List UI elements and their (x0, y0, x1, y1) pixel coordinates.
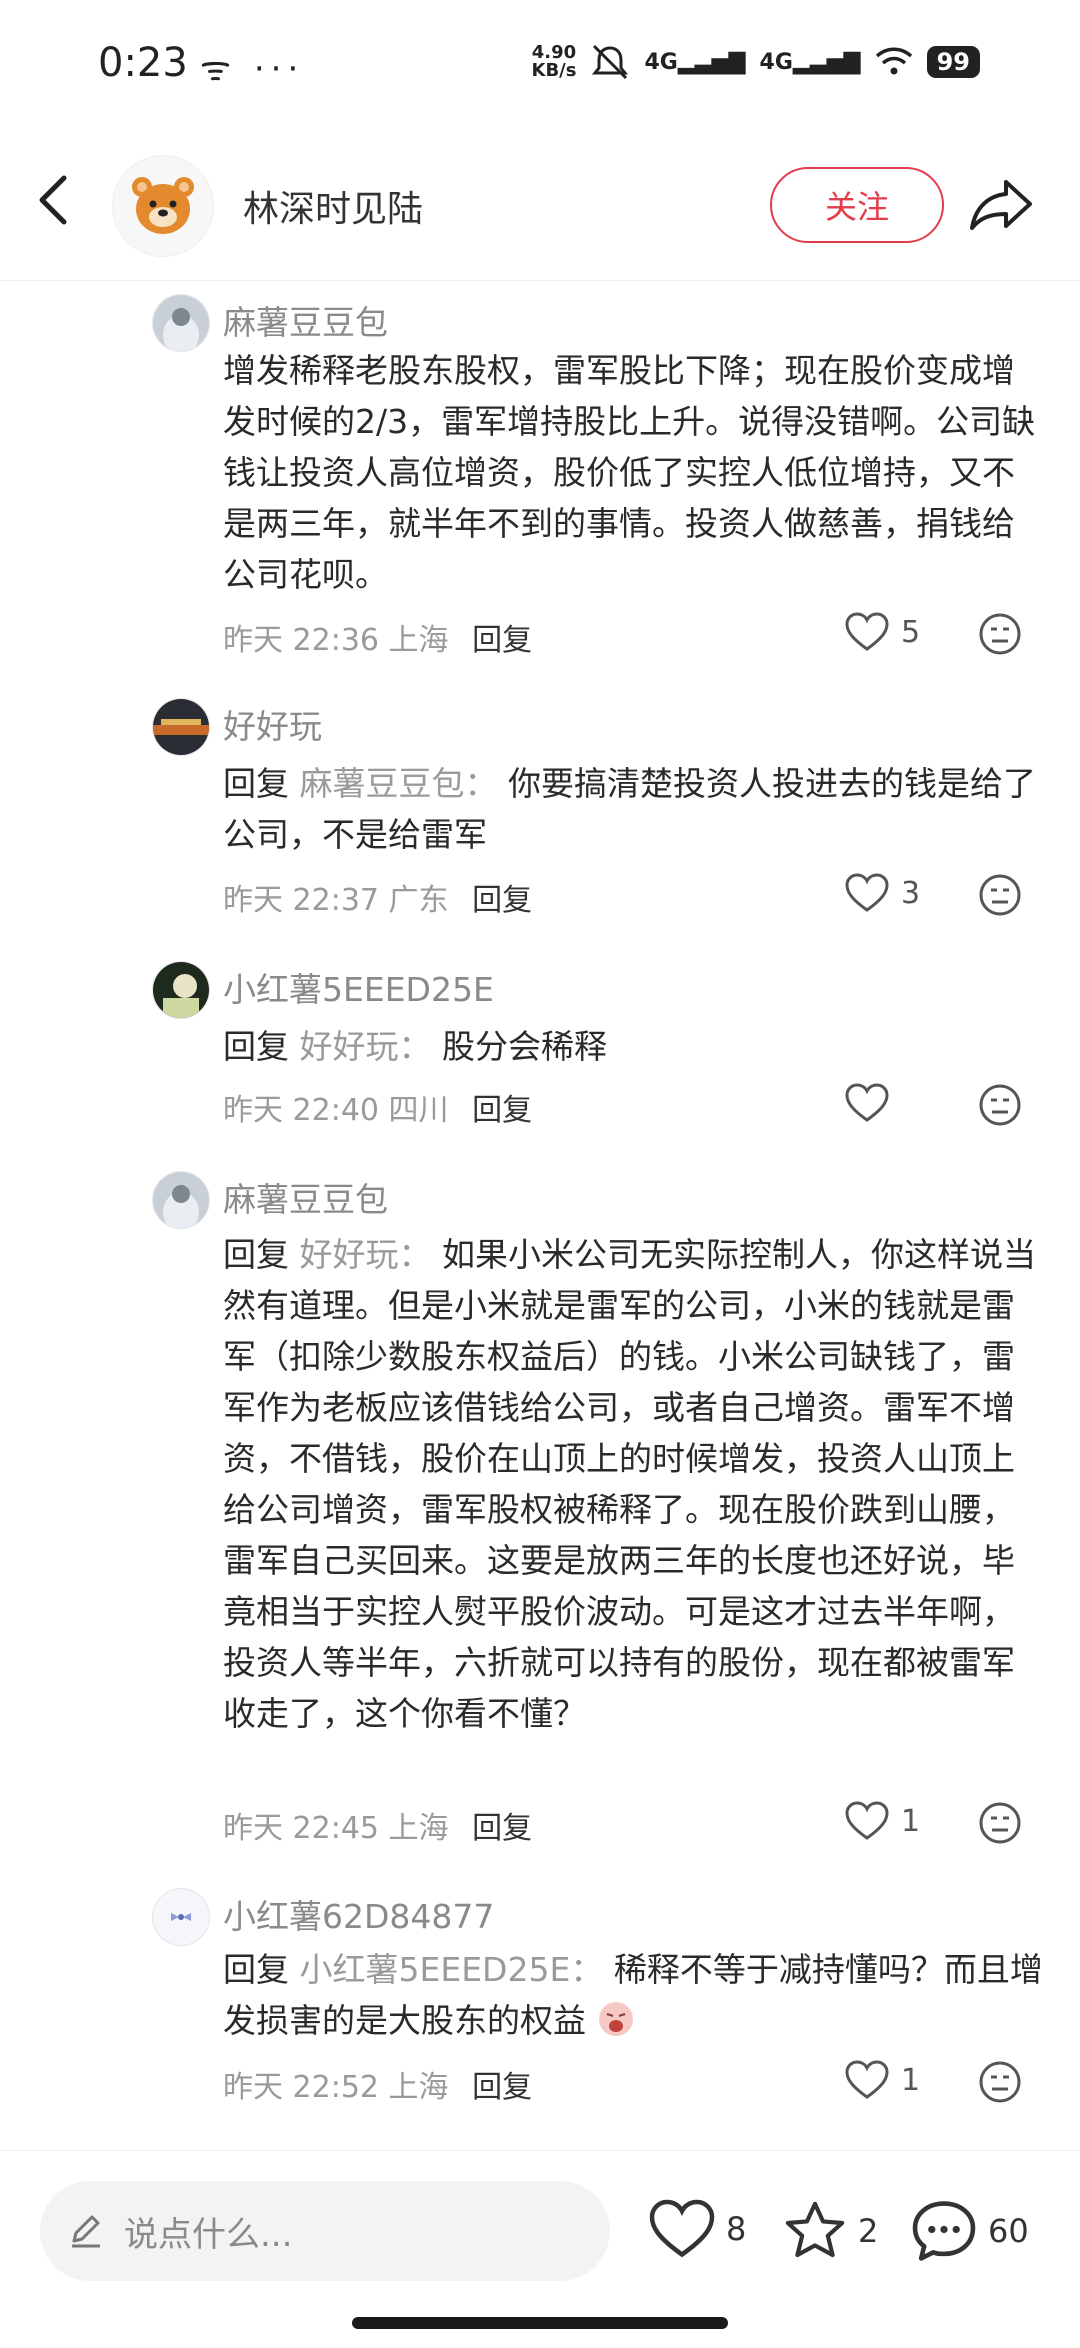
follow-button[interactable]: 关注 (770, 167, 944, 243)
status-right-group: 4.90 KB/s 4G▂▃▅▇ 4G▂▃▅▇ 99 (531, 42, 980, 81)
like-button[interactable]: 1 (845, 1801, 920, 1841)
reply-target[interactable]: 小红薯5EEED25E (300, 1950, 571, 1989)
dislike-face-icon[interactable] (978, 1801, 1022, 1845)
bear-avatar-icon (132, 177, 194, 234)
comment-text: 回复 麻薯豆豆包： 你要搞清楚投资人投进去的钱是给了公司，不是给雷军 (223, 764, 1036, 854)
pen-icon (72, 2215, 100, 2248)
comment-bubble-icon (912, 2201, 976, 2261)
share-icon[interactable] (966, 174, 1036, 234)
comment-text: 回复 好好玩： 如果小米公司无实际控制人，你这样说当然有道理。但是小米就是雷军的… (223, 1235, 1036, 1733)
comment-text: 回复 小红薯5EEED25E： 稀释不等于减持懂吗？而且增发损害的是大股东的权益 (223, 1950, 1043, 2040)
reply-target[interactable]: 好好玩 (300, 1027, 399, 1066)
commenter-avatar[interactable] (152, 294, 210, 352)
heart-icon (845, 2060, 889, 2099)
heart-icon (845, 873, 889, 912)
commenter-name[interactable]: 好好玩 (223, 700, 322, 748)
status-bar: 0:23 ᯤ ··· 4.90 KB/s 4G▂▃▅▇ 4G▂▃▅▇ 99 (0, 0, 1080, 130)
comment-meta: 昨天 22:37 广东 回复 (223, 883, 533, 918)
heart-icon (845, 1083, 889, 1122)
like-button[interactable]: 3 (845, 873, 920, 913)
like-count: 3 (901, 875, 921, 911)
reply-button[interactable]: 回复 (472, 1811, 532, 1846)
reply-target[interactable]: 好好玩 (300, 1235, 399, 1274)
heart-icon (845, 612, 889, 651)
reply-button[interactable]: 回复 (472, 1093, 532, 1128)
star-icon (785, 2201, 845, 2258)
crying-face-emoji-icon (598, 2002, 633, 2036)
comment-text: 增发稀释老股东股权，雷军股比下降；现在股价变成增发时候的2/3，雷军增持股比上升… (223, 351, 1036, 594)
post-comment-button[interactable]: 60 (910, 2199, 1029, 2263)
wifi-and-more-icons: ᯤ ··· (200, 49, 305, 89)
home-indicator[interactable] (352, 2317, 728, 2329)
avatar-photo-icon (153, 1172, 209, 1228)
heart-icon (845, 1801, 889, 1840)
post-like-button[interactable]: 8 (648, 2199, 746, 2259)
dislike-face-icon[interactable] (978, 612, 1022, 656)
network-speed: 4.90 KB/s (531, 42, 577, 81)
wifi-icon (875, 47, 912, 75)
like-button[interactable]: 5 (845, 612, 920, 652)
reply-button[interactable]: 回复 (472, 623, 532, 658)
commenter-avatar[interactable] (152, 698, 210, 756)
signal-4g-2: 4G▂▃▅▇ (759, 49, 861, 75)
reply-button[interactable]: 回复 (472, 883, 532, 918)
signal-4g-1: 4G▂▃▅▇ (644, 49, 746, 75)
dislike-face-icon[interactable] (978, 1083, 1022, 1127)
post-like-count: 8 (726, 2210, 747, 2248)
author-name[interactable]: 林深时见陆 (243, 180, 423, 232)
reply-button[interactable]: 回复 (472, 2070, 532, 2105)
battery-indicator: 99 (926, 46, 980, 78)
commenter-name[interactable]: 麻薯豆豆包 (223, 296, 388, 344)
like-count: 1 (901, 1803, 921, 1839)
avatar-photo-icon (153, 699, 209, 755)
bow-avatar-icon (171, 1913, 191, 1921)
avatar-photo-icon (153, 295, 209, 351)
comment-text: 回复 好好玩： 股分会稀释 (223, 1027, 607, 1066)
heart-icon (649, 2199, 715, 2258)
comment-input[interactable]: 说点什么... (40, 2181, 610, 2281)
post-collect-count: 2 (858, 2212, 879, 2250)
comment-input-placeholder: 说点什么... (124, 2214, 293, 2255)
commenter-avatar[interactable] (152, 961, 210, 1019)
post-header: 林深时见陆 关注 (0, 130, 1080, 281)
comment-meta: 昨天 22:36 上海 回复 (223, 623, 533, 658)
back-arrow-icon[interactable] (30, 170, 80, 230)
like-count: 5 (901, 614, 921, 650)
dislike-face-icon[interactable] (978, 2060, 1022, 2104)
status-time: 0:23 (98, 40, 188, 86)
commenter-avatar[interactable] (152, 1888, 210, 1946)
dislike-face-icon[interactable] (978, 873, 1022, 917)
comment-meta: 昨天 22:45 上海 回复 (223, 1811, 533, 1846)
like-button[interactable] (845, 1083, 901, 1123)
avatar-photo-icon (153, 962, 209, 1018)
author-avatar[interactable] (112, 155, 214, 257)
commenter-name[interactable]: 小红薯5EEED25E (223, 963, 494, 1011)
like-count: 1 (901, 2062, 921, 2098)
post-collect-button[interactable]: 2 (782, 2199, 878, 2263)
commenter-avatar[interactable] (152, 1171, 210, 1229)
commenter-name[interactable]: 小红薯62D84877 (223, 1890, 494, 1938)
commenter-name[interactable]: 麻薯豆豆包 (223, 1173, 388, 1221)
comment-meta: 昨天 22:40 四川 回复 (223, 1093, 533, 1128)
reply-target[interactable]: 麻薯豆豆包 (300, 764, 465, 803)
post-comment-count: 60 (988, 2212, 1029, 2250)
comment-meta: 昨天 22:52 上海 回复 (223, 2070, 533, 2105)
like-button[interactable]: 1 (845, 2060, 920, 2100)
mute-icon (592, 44, 629, 80)
